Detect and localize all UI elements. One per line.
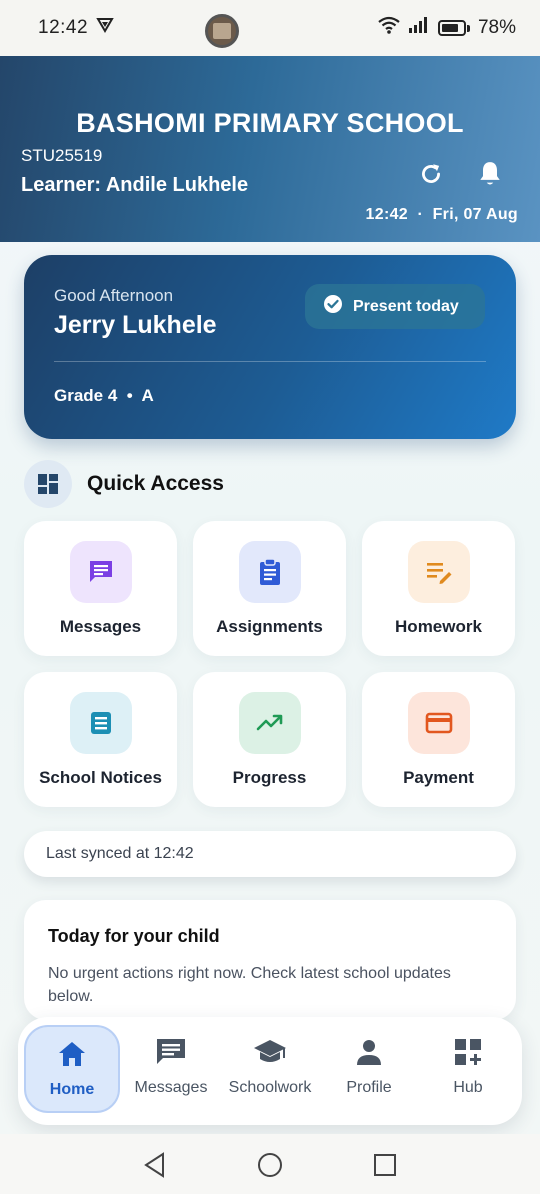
attendance-badge: Present today (305, 284, 485, 329)
tile-messages[interactable]: Messages (24, 521, 177, 656)
person-icon (355, 1035, 383, 1069)
tile-payment[interactable]: Payment (362, 672, 515, 807)
nav-label: Profile (346, 1079, 392, 1096)
quick-access-header: Quick Access (24, 460, 224, 508)
tile-label: Homework (395, 617, 482, 636)
nav-profile[interactable]: Profile (321, 1025, 417, 1113)
bottom-nav: Home Messages Schoolwork Profile Hub (18, 1017, 522, 1125)
header-datetime: 12:42 · Fri, 07 Aug (366, 206, 518, 224)
check-circle-icon (323, 294, 343, 319)
grade-label: Grade 4 (54, 386, 118, 405)
refresh-icon[interactable] (417, 160, 445, 188)
sync-status: Last synced at 12:42 (24, 831, 516, 877)
nav-hub[interactable]: Hub (420, 1025, 516, 1113)
graduation-cap-icon (253, 1035, 287, 1069)
tile-label: School Notices (39, 768, 162, 787)
nav-label: Home (49, 1081, 95, 1098)
nav-home[interactable]: Home (24, 1025, 120, 1113)
header-time: 12:42 (365, 206, 408, 223)
chat-icon (70, 541, 132, 603)
nav-label: Schoolwork (228, 1079, 312, 1096)
greeting-card: Good Afternoon Jerry Lukhele Present tod… (24, 255, 516, 439)
tile-label: Assignments (216, 617, 323, 636)
school-name: BASHOMI PRIMARY SCHOOL (76, 108, 464, 138)
learner-name: Learner: Andile Lukhele (21, 174, 249, 196)
battery-percent: 78% (477, 17, 516, 38)
tile-school-notices[interactable]: School Notices (24, 672, 177, 807)
home-icon (57, 1037, 87, 1071)
divider (54, 361, 486, 362)
dashboard-icon (24, 460, 72, 508)
battery-icon (437, 20, 470, 36)
system-nav-bar (0, 1134, 540, 1194)
document-icon (70, 692, 132, 754)
message-icon (155, 1035, 187, 1069)
quick-access-title: Quick Access (87, 472, 224, 495)
student-id: STU25519 (21, 146, 103, 165)
nav-label: Hub (453, 1079, 483, 1096)
notification-avatar-icon (205, 14, 239, 48)
sync-text: Last synced at 12:42 (46, 845, 194, 862)
tile-label: Progress (232, 768, 307, 787)
tile-progress[interactable]: Progress (193, 672, 346, 807)
greeting-label: Good Afternoon (54, 286, 174, 305)
nav-label: Messages (134, 1079, 208, 1096)
status-bar: 12:42 78% (0, 0, 540, 56)
today-body: No urgent actions right now. Check lates… (48, 965, 451, 1005)
tile-label: Payment (403, 768, 474, 787)
edit-note-icon (408, 541, 470, 603)
nav-messages[interactable]: Messages (123, 1025, 219, 1113)
home-circle-icon[interactable] (255, 1150, 285, 1180)
apps-add-icon (453, 1035, 483, 1069)
card-icon (408, 692, 470, 754)
bell-icon[interactable] (476, 160, 504, 188)
app-header: BASHOMI PRIMARY SCHOOL STU25519 Learner:… (0, 56, 540, 242)
attendance-status: Present today (353, 297, 459, 315)
vpn-icon (96, 17, 114, 39)
signal-icon (408, 16, 430, 40)
trending-up-icon (239, 692, 301, 754)
tile-label: Messages (59, 617, 142, 636)
wifi-icon (378, 16, 400, 40)
header-date: Fri, 07 Aug (432, 206, 518, 223)
grade-info: Grade 4 • A (54, 386, 154, 406)
clipboard-icon (239, 541, 301, 603)
nav-schoolwork[interactable]: Schoolwork (222, 1025, 318, 1113)
back-icon[interactable] (140, 1150, 170, 1180)
recents-icon[interactable] (370, 1150, 400, 1180)
tile-homework[interactable]: Homework (362, 521, 515, 656)
class-label: A (141, 386, 154, 405)
grade-dot: • (126, 386, 133, 405)
today-card: Today for your child No urgent actions r… (24, 900, 516, 1020)
today-title: Today for your child (48, 926, 220, 946)
child-name: Jerry Lukhele (54, 311, 217, 339)
status-time: 12:42 (38, 17, 89, 38)
datetime-separator: · (417, 206, 424, 223)
tile-assignments[interactable]: Assignments (193, 521, 346, 656)
